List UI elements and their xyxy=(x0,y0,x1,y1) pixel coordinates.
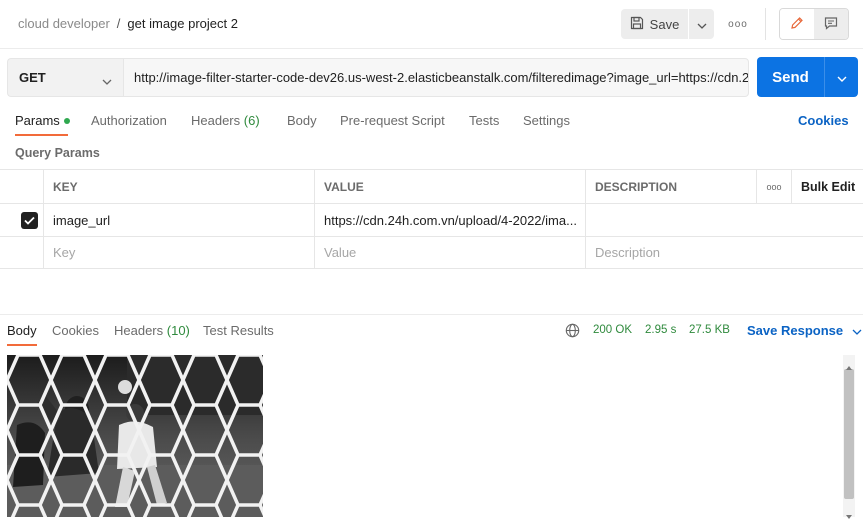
tab-pre-request-script[interactable]: Pre-request Script xyxy=(340,113,445,128)
scroll-up-arrow-icon[interactable] xyxy=(846,358,852,373)
column-header-key: KEY xyxy=(43,170,314,203)
bulk-edit-button[interactable]: Bulk Edit xyxy=(791,170,863,203)
column-header-value: VALUE xyxy=(314,170,585,203)
response-tab-test-results[interactable]: Test Results xyxy=(203,323,274,338)
pencil-icon xyxy=(790,16,804,33)
save-button[interactable]: Save xyxy=(621,9,688,39)
response-pane-divider[interactable] xyxy=(0,314,863,315)
http-method-value: GET xyxy=(19,70,46,85)
comment-icon xyxy=(824,16,838,33)
request-name[interactable]: get image project 2 xyxy=(127,16,238,31)
send-button-group: Send xyxy=(757,57,858,97)
documentation-edit-button[interactable] xyxy=(780,9,814,39)
response-tab-body-underline xyxy=(7,344,37,346)
response-scrollbar-thumb[interactable] xyxy=(844,369,854,499)
tab-headers-label: Headers xyxy=(191,113,241,128)
new-param-description-input[interactable]: Description xyxy=(585,237,863,268)
response-image-preview xyxy=(7,355,263,517)
chevron-down-icon xyxy=(852,323,862,338)
http-method-select[interactable]: GET xyxy=(7,58,123,97)
tab-headers-count: (6) xyxy=(243,113,260,128)
chevron-down-icon xyxy=(102,73,112,88)
send-button[interactable]: Send xyxy=(757,57,824,97)
param-key-input[interactable]: image_url xyxy=(43,204,314,236)
more-actions-button[interactable]: ooo xyxy=(726,14,750,34)
response-tab-body[interactable]: Body xyxy=(7,323,37,338)
tab-params[interactable]: Params xyxy=(15,113,70,128)
save-button-group: Save xyxy=(621,9,714,39)
param-description-input[interactable] xyxy=(585,204,863,236)
params-active-indicator xyxy=(63,117,70,124)
more-horizontal-icon: ooo xyxy=(728,18,748,30)
breadcrumb-collection[interactable]: cloud developer xyxy=(18,16,110,31)
tab-params-label: Params xyxy=(15,113,60,128)
globe-icon[interactable] xyxy=(565,323,580,341)
response-status[interactable]: 200 OK xyxy=(593,324,632,336)
tab-headers[interactable]: Headers (6) xyxy=(191,113,260,128)
response-tab-headers-label: Headers xyxy=(114,323,164,338)
header-bottom-border xyxy=(0,48,863,49)
header-divider xyxy=(765,8,766,40)
chevron-down-icon xyxy=(697,17,707,32)
send-options-button[interactable] xyxy=(825,57,858,97)
table-row: image_url https://cdn.24h.com.vn/upload/… xyxy=(0,203,863,236)
tab-body[interactable]: Body xyxy=(287,113,317,128)
param-enabled-checkbox[interactable] xyxy=(21,211,38,229)
breadcrumb-separator: / xyxy=(116,16,121,31)
response-scrollbar[interactable] xyxy=(843,355,855,519)
params-more-button[interactable]: ooo xyxy=(756,170,791,203)
bulk-edit-label: Bulk Edit xyxy=(801,179,856,194)
new-param-key-input[interactable]: Key xyxy=(43,237,314,268)
sidebar-mode-toggle xyxy=(779,8,849,40)
request-header: cloud developer / get image project 2 Save… xyxy=(0,0,863,48)
column-header-description: DESCRIPTION xyxy=(585,170,756,203)
param-value-input[interactable]: https://cdn.24h.com.vn/upload/4-2022/ima… xyxy=(314,204,585,236)
query-params-title: Query Params xyxy=(15,146,100,160)
chevron-down-icon xyxy=(837,70,847,85)
request-url-input[interactable]: http://image-filter-starter-code-dev26.u… xyxy=(123,58,749,97)
tab-settings[interactable]: Settings xyxy=(523,113,570,128)
scroll-down-arrow-icon[interactable] xyxy=(846,507,852,522)
comments-button[interactable] xyxy=(814,9,848,39)
tab-tests[interactable]: Tests xyxy=(469,113,499,128)
response-tab-cookies[interactable]: Cookies xyxy=(52,323,99,338)
cookies-link[interactable]: Cookies xyxy=(798,113,849,128)
params-table-header: KEY VALUE DESCRIPTION ooo Bulk Edit xyxy=(0,169,863,203)
save-label: Save xyxy=(649,16,680,32)
breadcrumb: cloud developer / get image project 2 xyxy=(18,16,238,31)
response-size[interactable]: 27.5 KB xyxy=(689,324,730,336)
tab-params-underline xyxy=(15,134,68,136)
response-tab-headers-count: (10) xyxy=(166,323,190,338)
response-tab-headers[interactable]: Headers (10) xyxy=(114,323,190,338)
response-time[interactable]: 2.95 s xyxy=(645,324,676,336)
new-param-value-input[interactable]: Value xyxy=(314,237,585,268)
param-enabled-cell xyxy=(12,204,43,236)
save-response-button[interactable]: Save Response xyxy=(747,323,862,338)
save-options-button[interactable] xyxy=(689,9,714,39)
table-row-new: Key Value Description xyxy=(0,236,863,269)
tab-authorization[interactable]: Authorization xyxy=(91,113,167,128)
save-response-label: Save Response xyxy=(747,323,844,338)
floppy-disk-icon xyxy=(630,16,644,33)
